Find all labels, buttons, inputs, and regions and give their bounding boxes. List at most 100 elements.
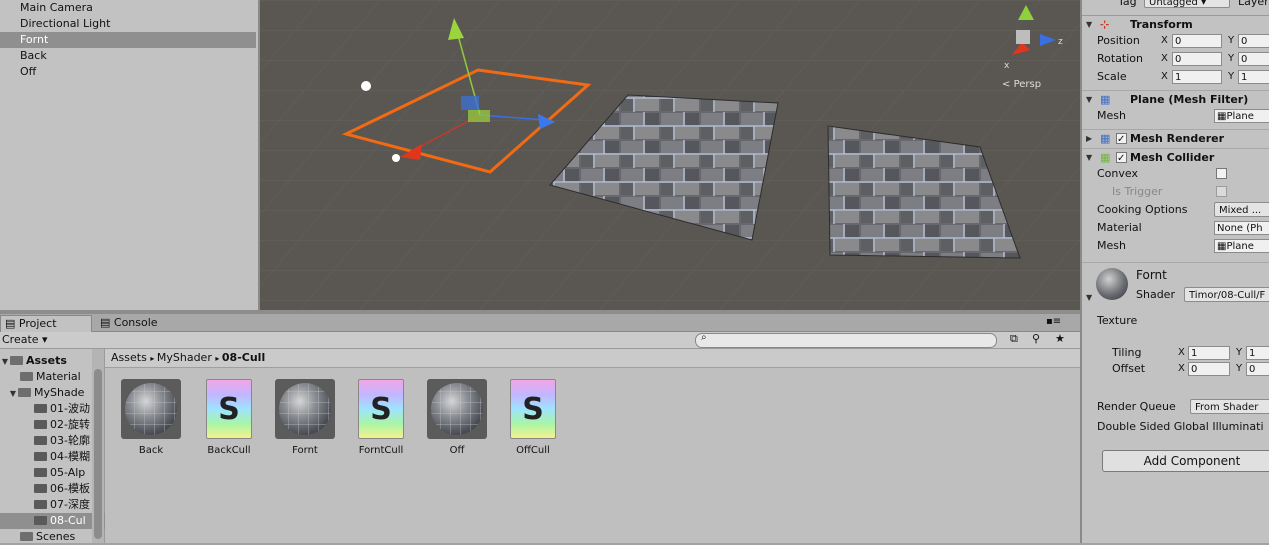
persp-label[interactable]: < Persp: [1002, 79, 1041, 90]
x-label: X: [1161, 35, 1168, 46]
collapse-icon[interactable]: ▼: [1086, 91, 1092, 109]
material-sphere-icon: [275, 379, 335, 439]
mesh-collider-icon: ▦: [1100, 151, 1111, 164]
asset-label: BackCull: [207, 445, 251, 456]
move-gizmo-plane-handle[interactable]: [461, 96, 479, 110]
collapse-icon[interactable]: ▼: [1086, 293, 1092, 302]
tiling-label: Tiling: [1112, 346, 1142, 359]
texture-label: Texture: [1097, 314, 1138, 327]
orientation-cube[interactable]: [1016, 30, 1030, 44]
material-sphere-icon: [427, 379, 487, 439]
filter-type-icon[interactable]: ⧉: [1010, 332, 1018, 346]
rotation-y-field[interactable]: 0: [1238, 52, 1269, 66]
asset-material-back[interactable]: Back: [118, 379, 184, 456]
hierarchy-item-back[interactable]: Back: [0, 48, 256, 64]
shader-label: Shader: [1136, 288, 1175, 301]
tree-item-myshader[interactable]: ▼ MyShade: [0, 385, 92, 401]
collapse-icon[interactable]: ▼: [1086, 149, 1092, 167]
asset-shader-offcull[interactable]: S OffCull: [500, 379, 566, 456]
mesh-collider-header[interactable]: ▼ ▦ Mesh Collider: [1082, 148, 1269, 168]
physic-material-field[interactable]: None (Ph: [1214, 221, 1269, 235]
asset-label: ForntCull: [358, 445, 404, 456]
material-sphere-icon: [121, 379, 181, 439]
shader-dropdown[interactable]: Timor/08-Cull/F: [1184, 287, 1269, 302]
camera-icon[interactable]: [392, 154, 400, 162]
transform-icon: ⊹: [1100, 18, 1110, 31]
hierarchy-item-off[interactable]: Off: [0, 64, 256, 80]
tiling-y-field[interactable]: 1: [1246, 346, 1269, 360]
tree-scroll-thumb[interactable]: [94, 369, 102, 539]
tiling-x-field[interactable]: 1: [1188, 346, 1230, 360]
collider-mesh-label: Mesh: [1097, 239, 1126, 252]
material-label: Material: [1097, 221, 1142, 234]
scale-y-field[interactable]: 1: [1238, 70, 1269, 84]
offset-label: Offset: [1112, 362, 1146, 375]
project-toolbar: Create ▾ ⌕ ⧉ ⚲ ★: [0, 332, 1080, 349]
position-x-field[interactable]: 0: [1172, 34, 1222, 48]
folder-icon: [10, 355, 23, 365]
x-label: X: [1161, 53, 1168, 64]
shader-file-icon: S: [206, 379, 252, 439]
expand-icon[interactable]: ▶: [1086, 130, 1092, 148]
scale-label: Scale: [1097, 70, 1127, 83]
render-queue-label: Render Queue: [1097, 400, 1176, 413]
search-input[interactable]: ⌕: [695, 332, 997, 348]
collider-mesh-field[interactable]: ▦Plane: [1214, 239, 1269, 253]
hierarchy-item-directional-light[interactable]: Directional Light: [0, 16, 256, 32]
tab-console[interactable]: ▤ Console: [96, 315, 164, 331]
x-label: X: [1178, 347, 1185, 358]
mesh-renderer-enabled-checkbox[interactable]: [1116, 131, 1127, 149]
scene-canvas[interactable]: z x < Persp: [260, 0, 1080, 310]
rotation-x-field[interactable]: 0: [1172, 52, 1222, 66]
breadcrumb-myshader[interactable]: MyShader: [157, 351, 212, 364]
cooking-options-dropdown[interactable]: Mixed ...: [1214, 202, 1269, 217]
mesh-filter-header[interactable]: ▼ ▦ Plane (Mesh Filter): [1082, 90, 1269, 109]
inspector-panel: Tag Untagged ▾ Layer ▼ ⊹ Transform Posit…: [1080, 0, 1269, 543]
mesh-renderer-icon: ▦: [1100, 132, 1111, 145]
asset-shader-backcull[interactable]: S BackCull: [196, 379, 262, 456]
asset-material-off[interactable]: Off: [424, 379, 490, 456]
move-gizmo-plane-handle-2[interactable]: [468, 110, 490, 122]
shader-file-icon: S: [358, 379, 404, 439]
is-trigger-checkbox: [1216, 186, 1227, 197]
lock-icon[interactable]: ▪≡: [1046, 316, 1061, 327]
scene-view[interactable]: z x < Persp: [260, 0, 1080, 310]
render-queue-dropdown[interactable]: From Shader: [1190, 399, 1269, 414]
mesh-field[interactable]: ▦Plane: [1214, 109, 1269, 123]
convex-checkbox[interactable]: [1216, 168, 1227, 179]
orientation-z-label: z: [1058, 37, 1063, 47]
convex-label: Convex: [1097, 167, 1138, 180]
hierarchy-item-main-camera[interactable]: Main Camera: [0, 0, 256, 16]
scale-x-field[interactable]: 1: [1172, 70, 1222, 84]
rotation-label: Rotation: [1097, 52, 1144, 65]
tag-dropdown[interactable]: Untagged ▾: [1144, 0, 1230, 8]
expand-icon[interactable]: ▼: [8, 386, 18, 401]
tree-item-assets[interactable]: ▼ Assets: [0, 353, 92, 369]
tree-scrollbar[interactable]: [92, 349, 104, 543]
add-component-button[interactable]: Add Component: [1102, 450, 1269, 472]
create-dropdown[interactable]: Create ▾: [2, 333, 48, 346]
light-icon[interactable]: [361, 81, 371, 91]
breadcrumb-08-cull[interactable]: 08-Cull: [222, 351, 265, 364]
breadcrumb-assets[interactable]: Assets: [111, 351, 147, 364]
offset-x-field[interactable]: 0: [1188, 362, 1230, 376]
folder-icon: [34, 451, 47, 461]
asset-material-fornt[interactable]: Fornt: [272, 379, 338, 456]
position-y-field[interactable]: 0: [1238, 34, 1269, 48]
tab-project[interactable]: ▤ Project: [0, 315, 92, 332]
mesh-collider-enabled-checkbox[interactable]: [1116, 150, 1127, 168]
asset-shader-forntcull[interactable]: S ForntCull: [348, 379, 414, 456]
mesh-renderer-header[interactable]: ▶ ▦ Mesh Renderer: [1082, 129, 1269, 149]
transform-header[interactable]: ▼ ⊹ Transform: [1082, 15, 1269, 34]
favorite-star-icon[interactable]: ★: [1055, 332, 1065, 345]
folder-icon: [34, 435, 47, 445]
collapse-icon[interactable]: ▼: [1086, 16, 1092, 34]
offset-y-field[interactable]: 0: [1246, 362, 1269, 376]
y-label: Y: [1236, 347, 1243, 358]
filter-label-icon[interactable]: ⚲: [1032, 332, 1040, 345]
y-label: Y: [1228, 35, 1235, 46]
folder-icon: [18, 387, 31, 397]
tree-item-material[interactable]: Material: [0, 369, 102, 385]
expand-icon[interactable]: ▼: [0, 354, 10, 369]
hierarchy-item-fornt[interactable]: Fornt: [0, 32, 256, 48]
